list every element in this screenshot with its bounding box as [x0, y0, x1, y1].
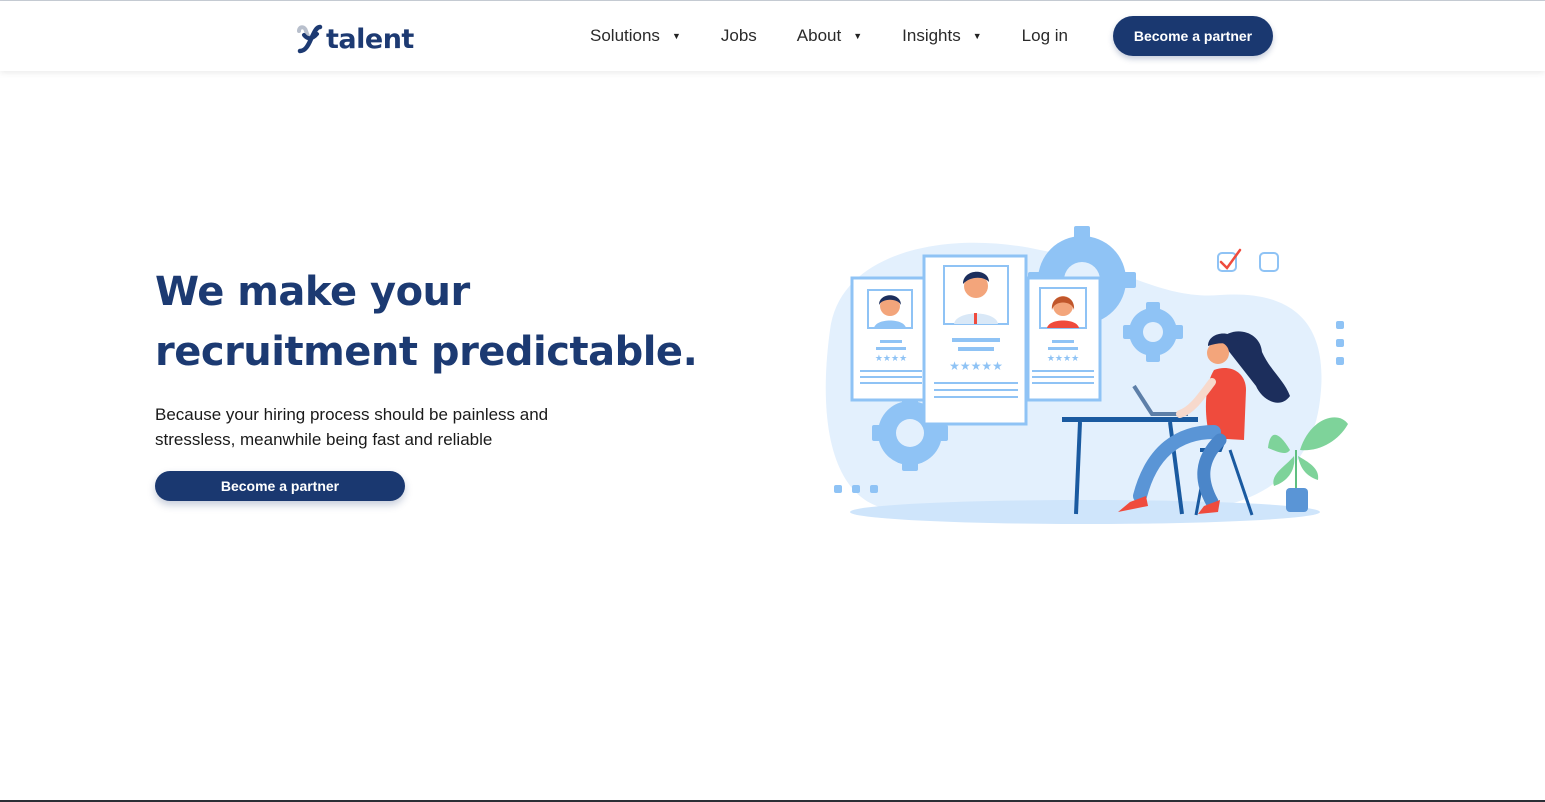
become-partner-hero-button[interactable]: Become a partner	[155, 471, 405, 501]
nav-solutions-label: Solutions	[590, 26, 660, 45]
hero-title: We make your recruitment predictable.	[155, 262, 715, 382]
main-nav: Solutions ▼ Jobs About ▼ Insights ▼ Log …	[590, 1, 1088, 71]
hero-title-line1: We make your	[155, 269, 470, 315]
recruitment-illustration: ★★★★ ★★★★ ★★★★★	[825, 226, 1348, 524]
caret-down-icon: ▼	[972, 31, 982, 41]
nav-jobs-label: Jobs	[720, 26, 757, 45]
hero-title-line2: recruitment predictable.	[155, 329, 698, 375]
become-partner-nav-button[interactable]: Become a partner	[1113, 16, 1273, 56]
nav-login-label: Log in	[1021, 26, 1068, 45]
logo-mark-icon	[297, 24, 323, 54]
nav-solutions[interactable]: Solutions ▼	[590, 26, 681, 46]
nav-login[interactable]: Log in	[1022, 26, 1068, 46]
caret-down-icon: ▼	[853, 31, 863, 41]
nav-about[interactable]: About ▼	[797, 26, 862, 46]
nav-jobs[interactable]: Jobs	[721, 26, 757, 46]
logo[interactable]: talent	[296, 21, 414, 57]
hero-subtitle: Because your hiring process should be pa…	[155, 402, 595, 452]
svg-text:★★★★★: ★★★★★	[949, 359, 1003, 373]
nav-insights[interactable]: Insights ▼	[902, 26, 982, 46]
hero-subtitle-line1: Because your hiring process should be pa…	[155, 405, 549, 424]
svg-text:★★★★: ★★★★	[1047, 354, 1079, 364]
navbar: talent Solutions ▼ Jobs About ▼ Insights…	[0, 1, 1545, 71]
svg-text:★★★★: ★★★★	[875, 354, 907, 364]
nav-insights-label: Insights	[902, 26, 961, 45]
logo-text: talent	[326, 23, 414, 55]
nav-about-label: About	[796, 26, 842, 45]
caret-down-icon: ▼	[671, 31, 681, 41]
hero-subtitle-line2: stressless, meanwhile being fast and rel…	[155, 430, 493, 449]
